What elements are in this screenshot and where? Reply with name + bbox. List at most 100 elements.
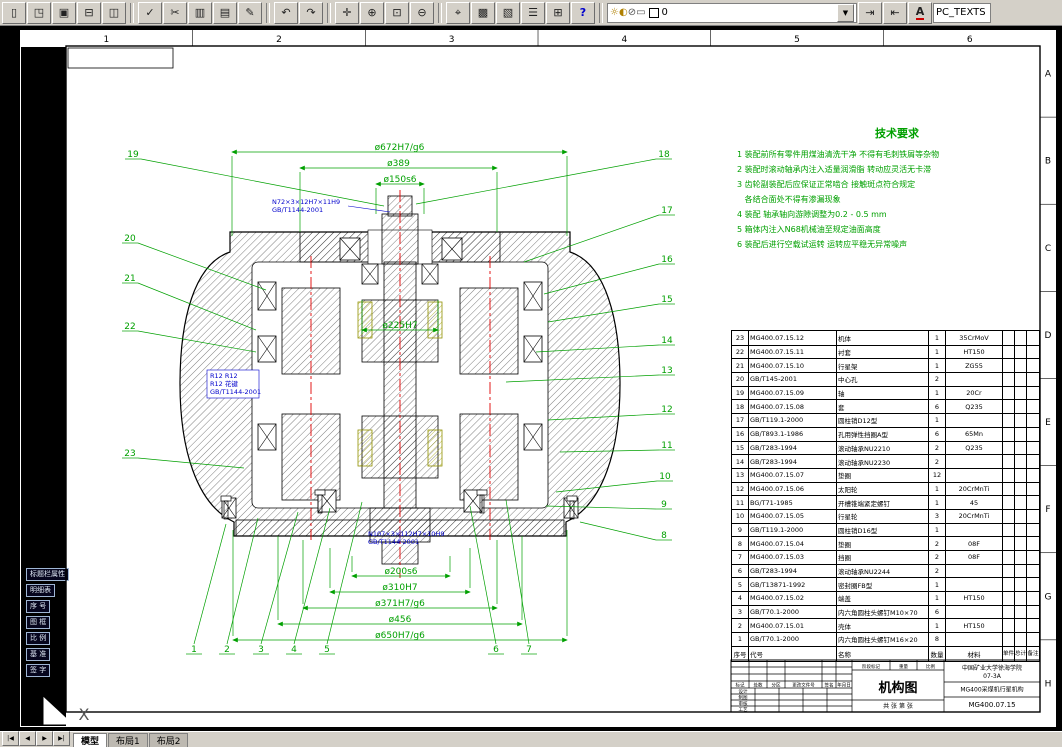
bom-cell xyxy=(945,632,1002,646)
bom-cell: 8 xyxy=(928,632,945,646)
layer-previous-button[interactable]: ⇤ xyxy=(883,1,907,24)
bom-cell: 8 xyxy=(732,536,748,550)
tab-nav-2[interactable]: ▶ xyxy=(36,731,53,746)
attribute-tag-5[interactable]: 基 准 xyxy=(26,648,51,661)
bom-row: 19 MG400.07.15.09 轴 1 20Cr xyxy=(732,385,1039,400)
layer-state-icon-0[interactable]: ☼ xyxy=(610,7,619,18)
redo-button[interactable]: ↷ xyxy=(299,1,323,24)
attribute-tag-list: 标题栏属性明细表序 号图 框比 例基 准签 字 xyxy=(26,568,69,677)
bom-cell: 垫圈 xyxy=(836,536,928,550)
zoom-previous-button[interactable]: ⊖ xyxy=(410,1,434,24)
drawing-canvas[interactable]: 标题栏属性 明细表序 号图 框比 例基 准签 字 技术要求 1 装配前所有零件用煤… xyxy=(0,26,1062,731)
layer-state-icon-1[interactable]: ◐ xyxy=(619,7,628,18)
bom-cell: 滚动轴承NU2230 xyxy=(836,454,928,468)
top-toolbar: ▯ ◳ ▣ ⊟ ◫ ✓ ✂ ▥ ▤ ✎ ↶ ↷ ✛ ⊕ ⊡ ⊖ ⌖ ▩ ▧ ☰ ⊞? ☼◐⊘▭ 0 ▼ ⇥ ⇤ A PC_T… xyxy=(0,0,1062,26)
tab-布局2[interactable]: 布局2 xyxy=(148,733,189,747)
print-button[interactable]: ⊟ xyxy=(77,1,101,24)
layers-dialog-button[interactable]: ▧ xyxy=(496,1,520,24)
ucs-button[interactable]: ⌖ xyxy=(446,1,470,24)
bom-cell xyxy=(1002,385,1014,400)
save-button[interactable]: ▣ xyxy=(52,1,76,24)
copy-button[interactable]: ▥ xyxy=(188,1,212,24)
bom-cell: Q235 xyxy=(945,440,1002,455)
text-style-combo[interactable]: PC_TEXTS xyxy=(933,2,991,23)
tab-nav-0[interactable]: |◀ xyxy=(2,731,19,746)
bom-cell xyxy=(1014,467,1026,482)
bom-cell: 1 xyxy=(928,385,945,400)
bom-cell xyxy=(1026,563,1039,578)
paste-button[interactable]: ▤ xyxy=(213,1,237,24)
open-button[interactable]: ◳ xyxy=(27,1,51,24)
bom-cell: GB/T119.1-2000 xyxy=(748,522,836,537)
bom-cell xyxy=(1002,399,1014,414)
zoom-realtime-button[interactable]: ⊕ xyxy=(360,1,384,24)
plot-preview-button[interactable]: ◫ xyxy=(102,1,126,24)
tab-nav-3[interactable]: ▶| xyxy=(53,731,70,746)
bom-cell: 6 xyxy=(928,399,945,414)
attribute-tag-2[interactable]: 序 号 xyxy=(26,600,51,613)
bom-cell xyxy=(945,372,1002,386)
pan-button[interactable]: ✛ xyxy=(335,1,359,24)
bom-cell xyxy=(1014,399,1026,414)
bom-cell xyxy=(1014,591,1026,605)
bom-row: 6 GB/T283-1994 滚动轴承NU2244 2 xyxy=(732,563,1039,578)
calculator-button[interactable]: ⊞ xyxy=(546,1,570,24)
bom-cell xyxy=(1014,550,1026,564)
bom-cell: 08F xyxy=(945,550,1002,564)
bom-cell xyxy=(945,413,1002,427)
attribute-tag-0[interactable]: 标题栏属性 xyxy=(26,568,69,581)
tab-模型[interactable]: 模型 xyxy=(73,733,108,747)
bom-cell: 1 xyxy=(928,344,945,359)
bom-cell: GB/T119.1-2000 xyxy=(748,413,836,427)
bom-cell: MG400.07.15.07 xyxy=(748,467,836,482)
tech-requirement-line: 4 装配 轴承轴向游隙调整为0.2 - 0.5 mm xyxy=(737,210,887,219)
make-object-layer-button[interactable]: ⇥ xyxy=(858,1,882,24)
grid-button[interactable]: ▩ xyxy=(471,1,495,24)
zoom-window-button[interactable]: ⊡ xyxy=(385,1,409,24)
tab-布局1[interactable]: 布局1 xyxy=(108,733,148,747)
bom-cell: 9 xyxy=(732,522,748,537)
bom-cell xyxy=(1014,577,1026,592)
bom-cell: 轴 xyxy=(836,385,928,400)
bom-cell: 中心孔 xyxy=(836,372,928,386)
layer-color-swatch xyxy=(648,7,659,18)
attribute-tag-3[interactable]: 图 框 xyxy=(26,616,51,629)
layer-combo[interactable]: ☼◐⊘▭ 0 ▼ xyxy=(607,2,857,23)
spelling-button[interactable]: ✓ xyxy=(138,1,162,24)
properties-button[interactable]: ☰ xyxy=(521,1,545,24)
bom-cell: 密封圈FB型 xyxy=(836,577,928,592)
layer-state-icon-3[interactable]: ▭ xyxy=(636,7,645,18)
bom-cell xyxy=(1014,426,1026,441)
attribute-tag-4[interactable]: 比 例 xyxy=(26,632,51,645)
bom-cell: 2 xyxy=(928,550,945,564)
bom-cell: 1 xyxy=(732,632,748,646)
bom-cell xyxy=(1014,372,1026,386)
bom-cell: ZG55 xyxy=(945,358,1002,373)
attribute-tag-1[interactable]: 明细表 xyxy=(26,584,55,597)
bom-cell: 18 xyxy=(732,399,748,413)
toolbar-separator xyxy=(266,2,270,23)
bom-cell xyxy=(1014,481,1026,496)
bom-cell xyxy=(1026,440,1039,455)
new-button[interactable]: ▯ xyxy=(2,1,26,24)
bom-cell: 65Mn xyxy=(945,426,1002,441)
bom-cell: MG400.07.15.09 xyxy=(748,385,836,400)
bom-row: 8 MG400.07.15.04 垫圈 2 08F xyxy=(732,536,1039,550)
undo-button[interactable]: ↶ xyxy=(274,1,298,24)
match-properties-button[interactable]: ✎ xyxy=(238,1,262,24)
text-style-button[interactable]: A xyxy=(908,1,932,24)
bom-cell xyxy=(1026,344,1039,359)
bom-cell: 3 xyxy=(732,604,748,619)
tab-nav-1[interactable]: ◀ xyxy=(19,731,36,746)
bom-cell: 材料 xyxy=(945,645,1002,661)
bom-cell: 内六角圆柱头螺钉M10×70 xyxy=(836,604,928,619)
bom-cell: 17 xyxy=(732,413,748,427)
layer-state-icon-2[interactable]: ⊘ xyxy=(628,7,636,18)
help-button[interactable]: ? xyxy=(571,1,595,24)
layer-dropdown-arrow[interactable]: ▼ xyxy=(837,3,854,22)
attribute-tag-6[interactable]: 签 字 xyxy=(26,664,51,677)
cut-button[interactable]: ✂ xyxy=(163,1,187,24)
bom-row: 21 MG400.07.15.10 行星架 1 ZG55 xyxy=(732,358,1039,373)
bom-cell xyxy=(1014,454,1026,468)
toolbar-button-group: ▯ ◳ ▣ ⊟ ◫ ✓ ✂ ▥ ▤ ✎ ↶ ↷ ✛ ⊕ ⊡ ⊖ ⌖ ▩ ▧ ☰ ⊞? xyxy=(2,1,606,24)
